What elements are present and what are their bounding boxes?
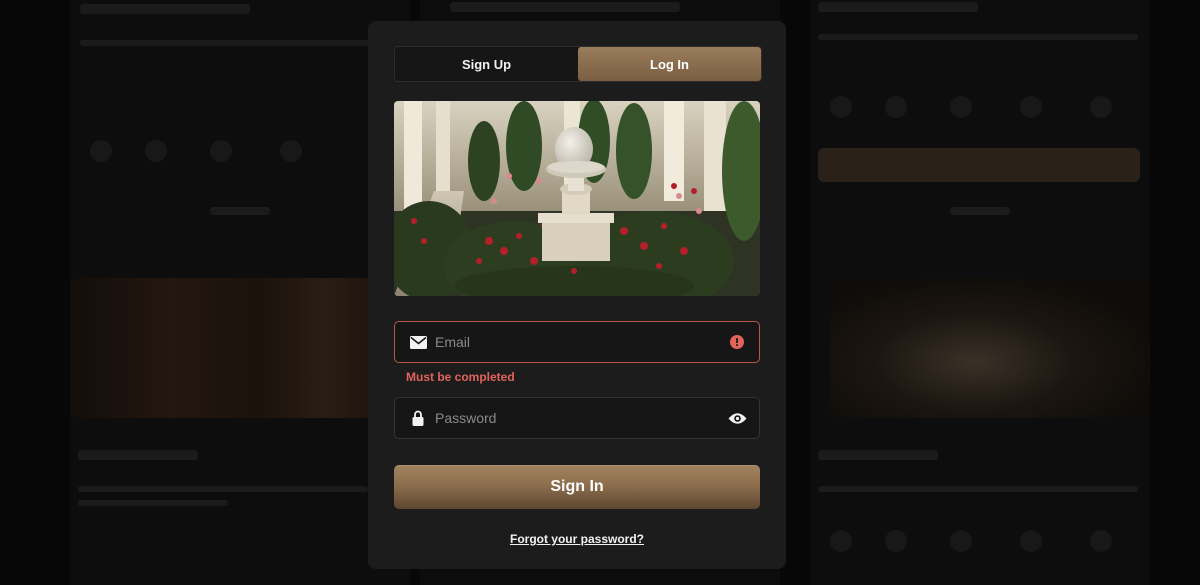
background-text [818,486,1138,492]
background-text [210,207,270,215]
background-icon [280,140,302,162]
background-icon [1020,96,1042,118]
background-image [70,278,410,418]
background-text [78,486,368,492]
lock-icon [409,409,427,427]
forgot-password-link[interactable]: Forgot your password? [510,532,644,546]
background-panel-right [810,0,1150,585]
background-icon [210,140,232,162]
background-text [80,4,250,14]
email-input[interactable] [435,334,727,350]
hero-image [394,101,760,296]
background-text [450,2,680,12]
background-text [78,450,198,460]
email-field [394,321,760,363]
background-image [830,278,1150,418]
tab-log-in[interactable]: Log In [578,47,761,81]
background-icon [950,96,972,118]
background-icon [830,96,852,118]
background-text [818,34,1138,40]
background-icon [885,96,907,118]
email-error-message: Must be completed [406,370,515,384]
auth-tabs: Sign Up Log In [394,46,762,82]
background-text [818,450,938,460]
password-input[interactable] [435,410,727,426]
tab-sign-up[interactable]: Sign Up [395,47,578,81]
background-icon [1090,530,1112,552]
background-icon [1090,96,1112,118]
background-text [950,207,1010,215]
background-text [818,2,978,12]
password-field [394,397,760,439]
garden-bust-with-hat-image [394,101,760,296]
eye-icon[interactable] [727,408,747,428]
forgot-password-container: Forgot your password? [368,530,786,548]
background-icon [90,140,112,162]
sign-in-button[interactable]: Sign In [394,465,760,509]
envelope-icon [409,333,427,351]
background-icon [830,530,852,552]
background-panel-left [70,0,410,585]
background-text [78,500,228,506]
background-icon [885,530,907,552]
login-modal: Sign Up Log In Email Must be completed S… [368,21,786,569]
background-button [818,148,1140,182]
background-icon [145,140,167,162]
background-text [80,40,380,46]
background-icon [1020,530,1042,552]
error-alert-icon [727,332,747,352]
background-icon [950,530,972,552]
